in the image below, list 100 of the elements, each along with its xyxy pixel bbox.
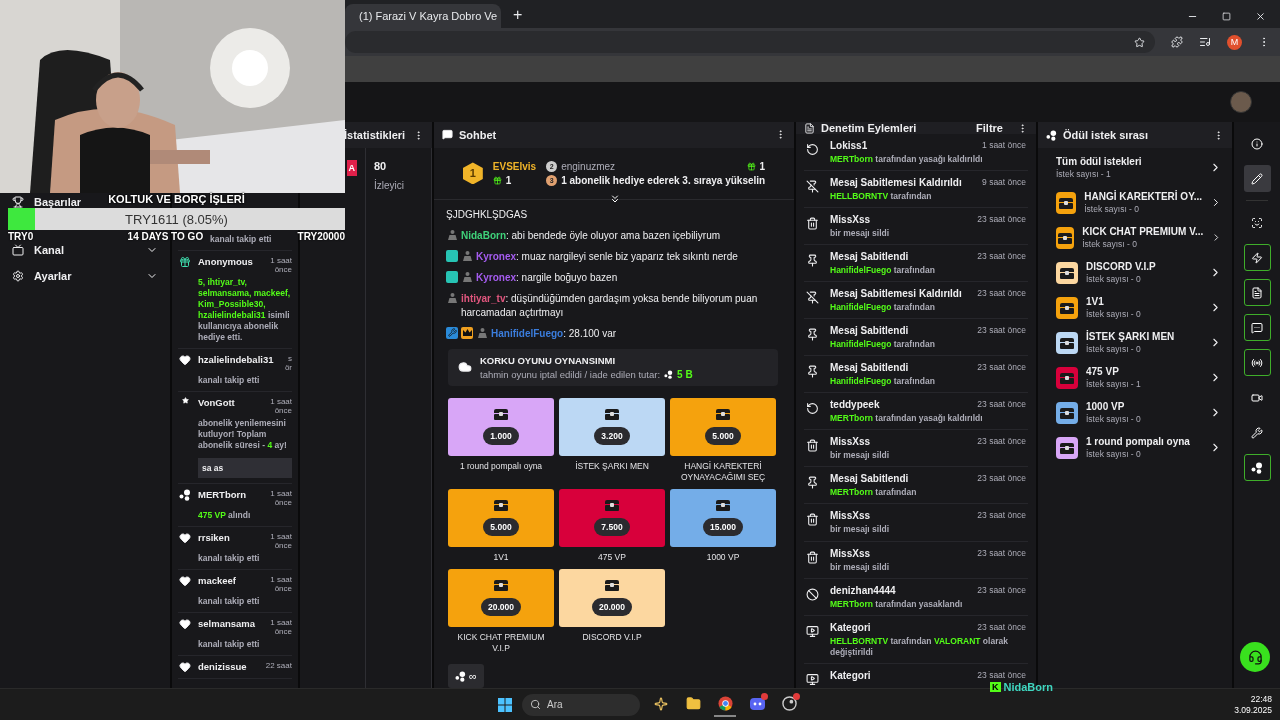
reward-card[interactable]: 5.000 [670, 397, 776, 456]
panel-title: Sohbet [459, 128, 498, 141]
rail-button[interactable] [1243, 244, 1271, 271]
chat-message: Kyronex: nargile boğuyo bazen [476, 270, 619, 285]
trash-icon [806, 550, 819, 564]
support-button[interactable] [1240, 642, 1270, 672]
chest-icon [494, 579, 508, 592]
reward-card[interactable]: 7.500 [559, 488, 665, 547]
broadcast-icon [1251, 356, 1263, 369]
action-detail: bir mesajı sildi [830, 524, 891, 536]
timestamp: 23 saat önce [977, 214, 1026, 226]
viewer-count: 80 [374, 160, 388, 172]
action-title: denizhan4444 [830, 584, 896, 596]
reward-queue-item[interactable]: 1V1 İstek sayısı - 0 [1056, 296, 1222, 319]
timestamp: 22 saat [265, 660, 292, 672]
chest-icon [494, 499, 508, 512]
reward-queue-item[interactable]: 1000 VP İstek sayısı - 0 [1056, 401, 1222, 424]
close-icon[interactable] [1255, 11, 1266, 22]
rail-button[interactable] [1243, 279, 1271, 306]
rail-button[interactable] [1243, 314, 1271, 341]
undo-icon [806, 402, 819, 416]
reward-queue-item[interactable]: 1 round pompalı oyna İstek sayısı - 0 [1056, 436, 1222, 459]
search-field[interactable]: Ara [522, 693, 640, 716]
username: MERTborn [198, 488, 247, 502]
timestamp: 23 saat önce [977, 584, 1026, 596]
filter-button[interactable]: Filtre [976, 122, 1003, 134]
reward-card[interactable]: 3.200 [559, 397, 665, 456]
action-title: Mesaj Sabitlendi [830, 473, 909, 485]
reward-queue-item[interactable]: Tüm ödül istekleri İstek sayısı - 1 [1056, 156, 1222, 179]
tab-title: (1) Farazi V Kayra Dobro Ve [359, 10, 498, 22]
action-title: Kategori [830, 621, 871, 633]
goal-start: TRY0 [8, 231, 34, 242]
event-text: kanalı takip etti [198, 638, 261, 650]
event-text: kanalı takip etti [198, 375, 261, 387]
chest-icon [1060, 266, 1074, 279]
reward-queue-item[interactable]: DISCORD V.I.P İstek sayısı - 0 [1056, 261, 1222, 284]
prediction-text: tahmin oyunu iptal edildi / iade edilen tutar: [480, 368, 661, 380]
alert-username: NidaBorn [1003, 681, 1053, 693]
points-button[interactable]: ∞ [448, 664, 484, 688]
action-title: MissXss [830, 547, 871, 559]
media-icon[interactable] [1199, 36, 1211, 48]
bookmark-star-icon[interactable] [1134, 36, 1145, 48]
new-tab-button[interactable]: + [509, 6, 527, 24]
trophy-icon [12, 196, 24, 208]
panel-title: Denetim Eylemleri [821, 122, 918, 134]
reward-card[interactable]: 5.000 [448, 488, 554, 547]
goal-target: TRY20000 [297, 231, 345, 242]
camera-frame-icon [1251, 216, 1263, 229]
timestamp: 23 saat önce [977, 621, 1026, 633]
timestamp: 23 saat önce [977, 251, 1026, 263]
reward-title: 1000 VP [706, 551, 740, 563]
reward-queue-item[interactable]: 475 VP İstek sayısı - 1 [1056, 366, 1222, 389]
restore-icon[interactable] [1222, 12, 1231, 21]
chest-icon [1060, 301, 1074, 314]
sidebar-item[interactable]: Kanal [0, 242, 76, 258]
collapse-handle-icon[interactable] [609, 192, 621, 205]
timestamp: 1 saat önce [982, 140, 1026, 151]
chest-icon [1059, 196, 1074, 209]
points-icon [664, 369, 674, 379]
timestamp: 23 saat önce [977, 669, 1026, 681]
username: denizissue [198, 660, 247, 672]
sidebar-item[interactable]: Başarılar [0, 194, 94, 210]
action-title: Mesaj Sabitlendi [830, 362, 909, 374]
username: hzalielindebali31 [198, 354, 274, 368]
reward-queue-item[interactable]: KICK CHAT PREMIUM V... İstek sayısı - 0 [1056, 226, 1222, 249]
reward-title: HANGİ KAREKTERİ OYNAYACAĞIMI SEÇ [679, 460, 767, 483]
category-icon [806, 624, 819, 638]
leader-name: 1 abonelik hediye ederek 3. sıraya yükselin [561, 174, 766, 186]
reward-queue-item[interactable]: HANGİ KAREKTERİ OY... İstek sayısı - 0 [1056, 191, 1222, 214]
action-title: MissXss [830, 436, 871, 448]
reward-card[interactable]: 20.000 [448, 568, 554, 627]
browser-tab[interactable]: (1) Farazi V Kayra Dobro Ve [345, 4, 501, 28]
reward-card[interactable]: 15.000 [670, 488, 776, 547]
reward-card[interactable]: 1.000 [448, 397, 554, 456]
profile-avatar[interactable]: M [1227, 34, 1242, 50]
chest-icon [605, 408, 619, 421]
rail-button[interactable] [1243, 349, 1271, 376]
info-icon [1251, 137, 1263, 150]
pin-icon [806, 328, 819, 342]
rail-button[interactable] [1243, 454, 1271, 481]
chat-message: NidaBorn: abi bendede öyle oluyor ama bazen içebiliyrum [461, 228, 722, 243]
event-text: kanalı takip etti [198, 552, 261, 564]
sidebar-item[interactable]: Ayarlar [0, 268, 84, 284]
wrench-icon [1251, 426, 1263, 439]
timestamp: 23 saat önce [977, 288, 1026, 300]
reward-queue-item[interactable]: İSTEK ŞARKI MEN İstek sayısı - 0 [1056, 331, 1222, 354]
start-icon[interactable] [498, 697, 512, 712]
tv-icon [12, 244, 24, 256]
reward-cost: 5.000 [705, 427, 741, 446]
action-detail: MERTborn tarafından yasağı kaldırıldı [830, 154, 984, 166]
user-avatar[interactable] [1230, 91, 1252, 113]
action-title: teddypeek [830, 399, 880, 411]
rail-button[interactable] [1243, 165, 1271, 192]
reward-card[interactable]: 20.000 [559, 568, 665, 627]
extensions-icon[interactable] [1171, 36, 1183, 48]
action-detail: HanifidelFuego tarafından [830, 376, 936, 388]
goal-reading: TRY1611 (8.05%) [125, 211, 228, 227]
points-icon [455, 670, 467, 682]
heart-icon [179, 617, 191, 630]
username: mackeef [198, 574, 237, 588]
